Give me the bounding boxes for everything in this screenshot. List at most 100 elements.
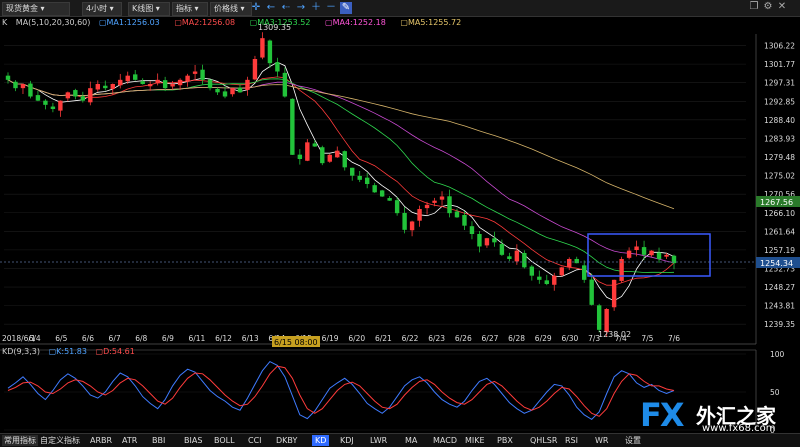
candle-body [350, 167, 355, 176]
logo-fx: FX [640, 396, 685, 434]
y-axis: 1306.22 1301.77 1297.31 1292.85 1288.40 1283.… [755, 34, 795, 344]
tab-8[interactable]: DKBY [276, 435, 297, 446]
x-tick-label: 6/19 [322, 334, 339, 343]
candle-body [192, 71, 198, 74]
candle-body [522, 252, 527, 268]
crosshair-date-text: 6/15 08:00 [274, 338, 318, 347]
tab-3[interactable]: ATR [122, 435, 137, 446]
tab-2[interactable]: ARBR [90, 435, 112, 446]
candle-body [230, 88, 235, 95]
y-tick-label: 1279.48 [764, 153, 795, 162]
moving-average-lines [7, 61, 675, 302]
y-tick-label: 1292.85 [764, 97, 795, 106]
y-tick-label: 1306.22 [764, 42, 795, 51]
x-tick-label: 6/29 [535, 334, 552, 343]
candle-body [357, 175, 362, 180]
candle-body [499, 244, 505, 255]
tab-10[interactable]: KDJ [340, 435, 354, 446]
x-tick-label: 6/11 [188, 334, 205, 343]
tab-4[interactable]: BBI [152, 435, 165, 446]
candle-body [641, 247, 647, 255]
candle-body [215, 88, 220, 93]
high-label: 1309.35 [258, 23, 291, 32]
candle-body [626, 250, 632, 258]
tab-15[interactable]: PBX [497, 435, 513, 446]
candle-body [237, 87, 243, 93]
tab-19[interactable]: 设置 [625, 435, 641, 446]
candle-body [537, 276, 542, 280]
candle-body [634, 246, 639, 251]
tab-12[interactable]: MA [405, 435, 417, 446]
low-label: 1238.02 [598, 330, 631, 339]
candle-body [20, 84, 26, 89]
x-tick-label: 6/9 [162, 334, 174, 343]
candle-body [290, 98, 295, 155]
candle-body [125, 75, 130, 82]
x-tick-label: 6/21 [375, 334, 392, 343]
candle-body [5, 75, 11, 80]
current-price-text: 1254.34 [760, 259, 793, 268]
candle-body [275, 62, 280, 72]
candle-body [170, 84, 175, 87]
x-tick-label: 6/28 [508, 334, 525, 343]
x-tick-label: 7/5 [641, 334, 653, 343]
tab-13[interactable]: MACD [433, 435, 457, 446]
tab-17[interactable]: RSI [565, 435, 578, 446]
candle-body [604, 309, 609, 333]
tab-5[interactable]: BIAS [184, 435, 202, 446]
candle-body [13, 81, 18, 89]
candle-body [409, 221, 415, 231]
candle-body [103, 85, 108, 89]
tab-9[interactable]: KD [312, 435, 330, 446]
x-tick-label: 6/20 [348, 334, 365, 343]
candle-body [484, 238, 490, 246]
candle-body [394, 200, 400, 214]
candle-body [424, 204, 430, 209]
logo-url: www.fx68.com [702, 423, 776, 434]
candle-body [559, 267, 564, 276]
candle-body [567, 259, 572, 268]
candle-body [252, 59, 258, 80]
candle-body [492, 238, 497, 243]
tab-6[interactable]: BOLL [214, 435, 235, 446]
candle-body [95, 84, 100, 90]
tab-1[interactable]: 自定义指标 [40, 435, 80, 446]
tab-18[interactable]: WR [595, 435, 608, 446]
candle-body [364, 177, 370, 184]
x-tick-label: 6/7 [109, 334, 121, 343]
tab-16[interactable]: QHLSR [530, 435, 557, 446]
candle-body [582, 265, 587, 280]
candle-body [589, 279, 594, 305]
x-tick-label: 6/23 [428, 334, 445, 343]
y-tick-label: 1257.19 [764, 246, 795, 255]
candlestick-chart[interactable]: 1306.22 1301.77 1297.31 1292.85 1288.40 1283.… [0, 0, 800, 446]
x-tick-label: 6/4 [29, 334, 41, 343]
candle-body [342, 151, 347, 168]
candle-body [379, 190, 385, 197]
candle-body [477, 233, 482, 247]
tab-11[interactable]: LWR [370, 435, 387, 446]
candle-body [282, 72, 288, 97]
candle-body [327, 154, 332, 162]
candle-body [649, 250, 654, 256]
last-price-text: 1267.56 [760, 198, 793, 207]
candle-body [28, 83, 33, 97]
candle-body [312, 143, 318, 147]
y-tick-label: 1297.31 [764, 79, 795, 88]
tab-0[interactable]: 常用指标 [2, 435, 38, 446]
candle-body [335, 150, 340, 158]
x-tick-label: 6/30 [561, 334, 578, 343]
candle-body [552, 275, 557, 285]
candle-body [88, 88, 93, 103]
candle-body [207, 79, 213, 89]
candle-body [596, 305, 602, 330]
candle-body [469, 226, 475, 234]
tab-7[interactable]: CCI [248, 435, 262, 446]
x-tick-label: 6/12 [215, 334, 232, 343]
y-tick-label: 1283.93 [764, 134, 795, 143]
candle-body [462, 214, 467, 226]
tab-14[interactable]: MIKE [465, 435, 485, 446]
x-tick-label: 6/27 [482, 334, 499, 343]
ma-line-60 [7, 79, 675, 210]
candle-body [222, 91, 228, 97]
